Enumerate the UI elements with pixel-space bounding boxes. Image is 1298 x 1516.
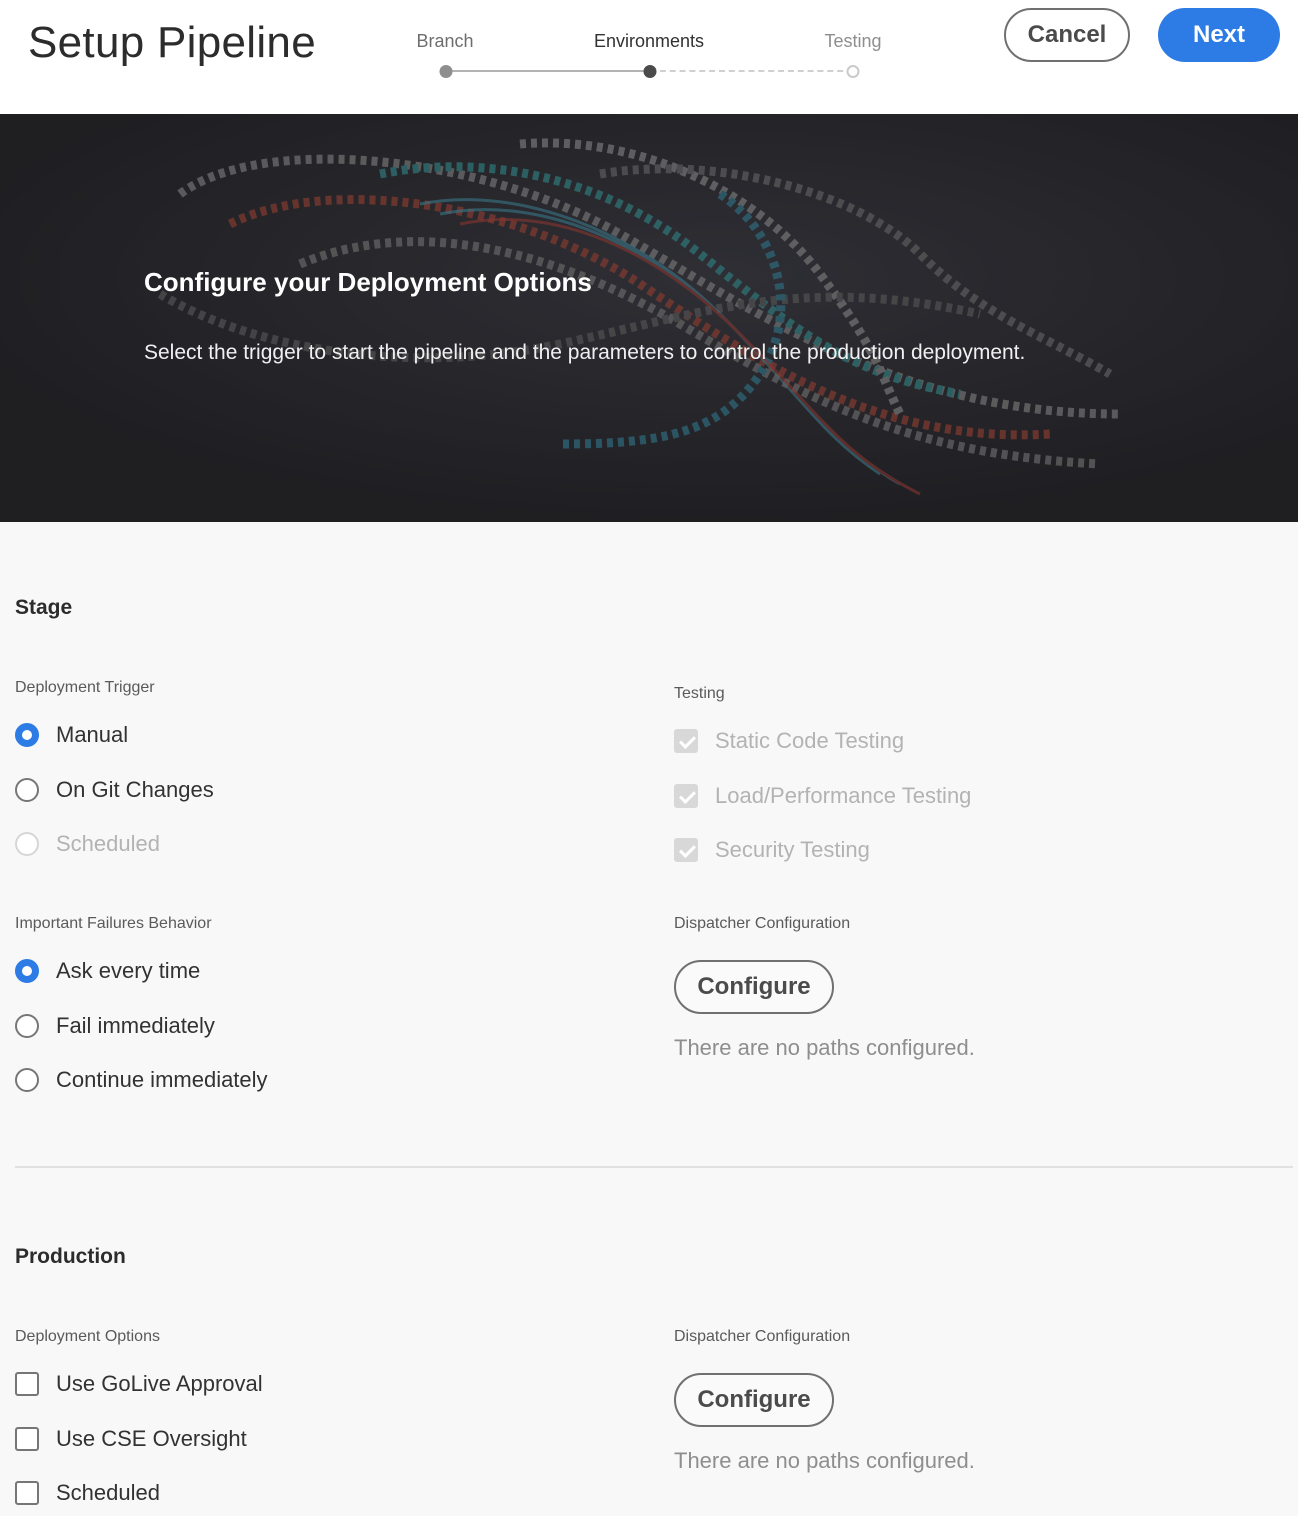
step-label-environments: Environments [593,31,705,51]
stepper-progress-line [446,70,650,72]
deployment-options-label: Deployment Options [15,1328,160,1345]
cancel-button[interactable]: Cancel [1004,8,1130,62]
trigger-option-manual[interactable]: Manual [15,722,128,748]
checkbox-unchecked[interactable] [15,1427,39,1451]
step-dot-testing [846,65,860,78]
failures-behavior-label: Important Failures Behavior [15,915,212,932]
failure-option-continue[interactable]: Continue immediately [15,1067,268,1093]
radio-selected[interactable] [15,723,39,747]
failure-option-fail[interactable]: Fail immediately [15,1013,215,1039]
option-scheduled[interactable]: Scheduled [15,1480,160,1506]
trigger-option-scheduled: Scheduled [15,831,160,857]
failure-option-label: Continue immediately [56,1067,268,1092]
step-label-branch: Branch [416,31,474,51]
radio-disabled [15,832,39,856]
testing-option-label: Load/Performance Testing [715,783,972,808]
checkbox-checked-disabled [674,838,698,862]
trigger-option-label: Manual [56,722,129,747]
step-dot-branch [439,65,453,78]
stage-configure-button[interactable]: Configure [674,960,834,1014]
page-title: Setup Pipeline [28,18,316,67]
testing-option-security: Security Testing [674,837,870,863]
radio-selected[interactable] [15,959,39,983]
stage-section-title: Stage [15,596,73,619]
trigger-option-git-changes[interactable]: On Git Changes [15,777,214,803]
deployment-trigger-label: Deployment Trigger [15,679,155,696]
testing-option-load-performance: Load/Performance Testing [674,783,971,809]
stepper-remaining-line [650,70,853,72]
trigger-option-label: Scheduled [56,831,160,856]
production-section-title: Production [15,1245,126,1268]
hero-background-art [0,114,1298,522]
hero-subtitle: Select the trigger to start the pipeline… [144,341,1026,364]
radio-unselected[interactable] [15,1014,39,1038]
testing-option-static-code: Static Code Testing [674,728,904,754]
deployment-option-label: Scheduled [56,1480,160,1505]
trigger-option-label: On Git Changes [56,777,214,802]
testing-option-label: Security Testing [715,837,870,862]
failure-option-ask[interactable]: Ask every time [15,958,200,984]
failure-option-label: Fail immediately [56,1013,215,1038]
step-dot-environments [643,65,657,78]
stage-dispatcher-label: Dispatcher Configuration [674,915,851,932]
failure-option-label: Ask every time [56,958,201,983]
checkbox-checked-disabled [674,729,698,753]
hero-title: Configure your Deployment Options [144,267,592,297]
step-label-testing: Testing [824,31,882,51]
next-button[interactable]: Next [1158,8,1280,62]
stage-no-paths-text: There are no paths configured. [674,1035,975,1060]
header-bar: Setup Pipeline Branch Environments Testi… [0,0,1298,114]
testing-option-label: Static Code Testing [715,728,905,753]
radio-unselected[interactable] [15,1068,39,1092]
deployment-option-label: Use CSE Oversight [56,1426,247,1451]
option-cse-oversight[interactable]: Use CSE Oversight [15,1426,247,1452]
production-configure-button[interactable]: Configure [674,1373,834,1427]
production-dispatcher-label: Dispatcher Configuration [674,1328,851,1345]
option-golive-approval[interactable]: Use GoLive Approval [15,1371,263,1397]
hero-banner: Configure your Deployment Options Select… [0,114,1298,522]
production-no-paths-text: There are no paths configured. [674,1448,975,1473]
checkbox-unchecked[interactable] [15,1481,39,1505]
testing-label: Testing [674,685,725,702]
deployment-option-label: Use GoLive Approval [56,1371,263,1396]
section-divider [15,1166,1293,1168]
checkbox-unchecked[interactable] [15,1372,39,1396]
radio-unselected[interactable] [15,778,39,802]
checkbox-checked-disabled [674,784,698,808]
